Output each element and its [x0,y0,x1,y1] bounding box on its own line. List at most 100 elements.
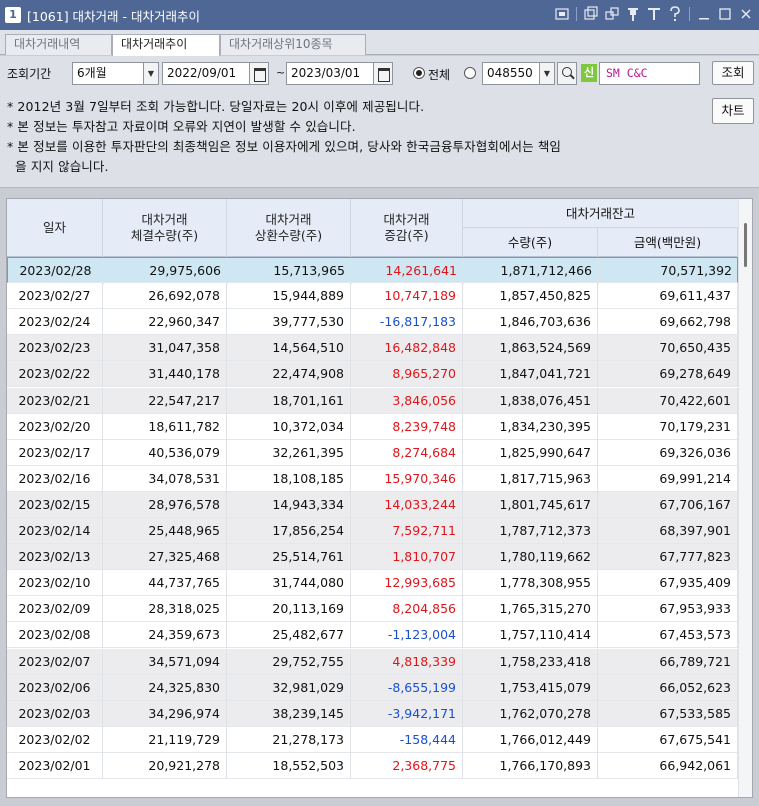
cell-amt: 69,662,798 [598,309,738,336]
table-row[interactable]: 2023/02/07 34,571,094 29,752,755 4,818,339 1… [7,648,738,675]
table-row[interactable]: 2023/02/28 29,975,606 15,713,965 14,261,641… [7,257,739,284]
query-bar: 조회기간 6개월 ▼ 2022/09/01 ~ 2023/03/01 전체 04… [0,56,759,92]
cell-qty: 1,801,745,617 [463,491,598,518]
radio-stock[interactable] [464,67,476,79]
cell-qty: 1,838,076,451 [463,387,598,414]
table-row[interactable]: 2023/02/09 28,318,025 20,113,169 8,204,856 1… [7,596,738,623]
divider [576,7,577,21]
cell-amt: 66,789,721 [598,648,738,675]
end-date-input[interactable]: 2023/03/01 [286,62,374,85]
start-date-input[interactable]: 2022/09/01 [162,62,250,85]
table-row[interactable]: 2023/02/06 24,325,830 32,981,029 -8,655,199… [7,674,738,701]
search-icon[interactable] [557,62,577,85]
cell-amt: 69,991,214 [598,465,738,492]
calendar-icon[interactable] [249,62,269,85]
cell-contract: 24,325,830 [103,674,227,701]
table-row[interactable]: 2023/02/22 31,440,178 22,474,908 8,965,270 1… [7,361,738,388]
title-bar: 1 [1061] 대차거래 - 대차거래추이 [0,0,759,30]
table-row[interactable]: 2023/02/16 34,078,531 18,108,185 15,970,346… [7,465,738,492]
table-row[interactable]: 2023/02/20 18,611,782 10,372,034 8,239,748 1… [7,413,738,440]
cell-repay: 14,564,510 [227,335,351,362]
period-select[interactable]: 6개월 [72,62,144,85]
maximize-icon[interactable] [718,6,732,22]
cell-date: 2023/02/14 [7,518,103,544]
cell-change: 14,261,641 [352,258,464,284]
chevron-down-icon[interactable]: ▼ [539,62,555,85]
period-label: 조회기간 [7,67,52,81]
cell-qty: 1,847,041,721 [463,361,598,388]
help-icon[interactable] [668,6,682,22]
divider [689,7,690,21]
tab-lending-trend[interactable]: 대차거래추이 [112,34,220,56]
cell-repay: 31,744,080 [227,570,351,597]
header-contract-line1: 대차거래 [141,212,188,227]
table-row[interactable]: 2023/02/24 22,960,347 39,777,530 -16,817,18… [7,309,738,336]
table-row[interactable]: 2023/02/21 22,547,217 18,701,161 3,846,056 1… [7,387,738,414]
copy-window-icon[interactable] [584,6,598,22]
cell-date: 2023/02/13 [7,544,103,571]
screen-icon[interactable] [555,6,569,22]
table-header: 일자 대차거래 체결수량(주) 대차거래 상환수량(주) 대차거래 증감(주) … [7,199,752,257]
cell-contract: 34,571,094 [103,648,227,675]
cell-change: 8,204,856 [351,596,463,623]
table-row[interactable]: 2023/02/27 26,692,078 15,944,889 10,747,189… [7,283,738,310]
cell-date: 2023/02/17 [7,439,103,466]
table-row[interactable]: 2023/02/03 34,296,974 38,239,145 -3,942,171… [7,700,738,727]
text-size-icon[interactable] [647,6,661,22]
cell-date: 2023/02/16 [7,465,103,492]
tab-lending-top10[interactable]: 대차거래상위10종목 [220,34,366,55]
minimize-icon[interactable] [697,6,711,22]
cell-contract: 26,692,078 [103,283,227,310]
cell-repay: 39,777,530 [227,309,351,336]
cell-qty: 1,846,703,636 [463,309,598,336]
table-row[interactable]: 2023/02/13 27,325,468 25,514,761 1,810,707 1… [7,544,738,571]
cell-repay: 32,981,029 [227,674,351,701]
chart-button[interactable]: 차트 [712,98,754,124]
cell-contract: 31,047,358 [103,335,227,362]
cell-qty: 1,863,524,569 [463,335,598,362]
cell-contract: 34,296,974 [103,700,227,727]
table-row[interactable]: 2023/02/01 20,921,278 18,552,503 2,368,775 1… [7,752,738,779]
link-icon[interactable] [605,6,619,22]
cell-date: 2023/02/24 [7,309,103,336]
radio-all[interactable] [413,67,425,79]
pin-icon[interactable] [626,6,640,22]
cell-qty: 1,753,415,079 [463,674,598,701]
cell-change: 3,846,056 [351,387,463,414]
table-row[interactable]: 2023/02/14 25,448,965 17,856,254 7,592,711 1… [7,518,738,544]
notice-line: * 본 정보를 이용한 투자판단의 최종책임은 정보 이용자에게 있으며, 당사… [7,139,562,154]
table-row[interactable]: 2023/02/08 24,359,673 25,482,677 -1,123,004… [7,622,738,649]
header-change-line2: 증감(주) [384,228,429,243]
cell-qty: 1,758,233,418 [463,648,598,675]
header-balance-amt: 금액(백만원) [598,228,738,257]
search-button[interactable]: 조회 [712,61,754,85]
table-row[interactable]: 2023/02/02 21,119,729 21,278,173 -158,444 1,… [7,726,738,753]
cell-change: 8,239,748 [351,413,463,440]
cell-change: -158,444 [351,726,463,753]
window-number-badge[interactable]: 1 [5,7,21,23]
calendar-icon[interactable] [373,62,393,85]
table-row[interactable]: 2023/02/23 31,047,358 14,564,510 16,482,848… [7,335,738,362]
table-row[interactable]: 2023/02/10 44,737,765 31,744,080 12,993,685… [7,570,738,597]
cell-amt: 66,942,061 [598,752,738,779]
table-row[interactable]: 2023/02/17 40,536,079 32,261,395 8,274,684 1… [7,439,738,466]
vertical-scrollbar[interactable] [738,199,752,797]
table-row[interactable]: 2023/02/15 28,976,578 14,943,334 14,033,244… [7,491,738,518]
cell-amt: 69,611,437 [598,283,738,310]
cell-repay: 32,261,395 [227,439,351,466]
cell-date: 2023/02/08 [7,622,103,649]
cell-qty: 1,766,170,893 [463,752,598,779]
cell-amt: 67,953,933 [598,596,738,623]
cell-contract: 34,078,531 [103,465,227,492]
tab-lending-details[interactable]: 대차거래내역 [5,34,112,55]
scrollbar-thumb[interactable] [744,223,747,267]
cell-amt: 70,422,601 [598,387,738,414]
header-date-label: 일자 [42,220,66,235]
cell-qty: 1,765,315,270 [463,596,598,623]
cell-contract: 31,440,178 [103,361,227,388]
chevron-down-icon[interactable]: ▼ [143,62,159,85]
lending-trend-table: 일자 대차거래 체결수량(주) 대차거래 상환수량(주) 대차거래 증감(주) … [6,198,753,798]
close-icon[interactable] [739,6,753,22]
cell-change: -16,817,183 [351,309,463,336]
stock-code-input[interactable]: 048550 [482,62,540,85]
